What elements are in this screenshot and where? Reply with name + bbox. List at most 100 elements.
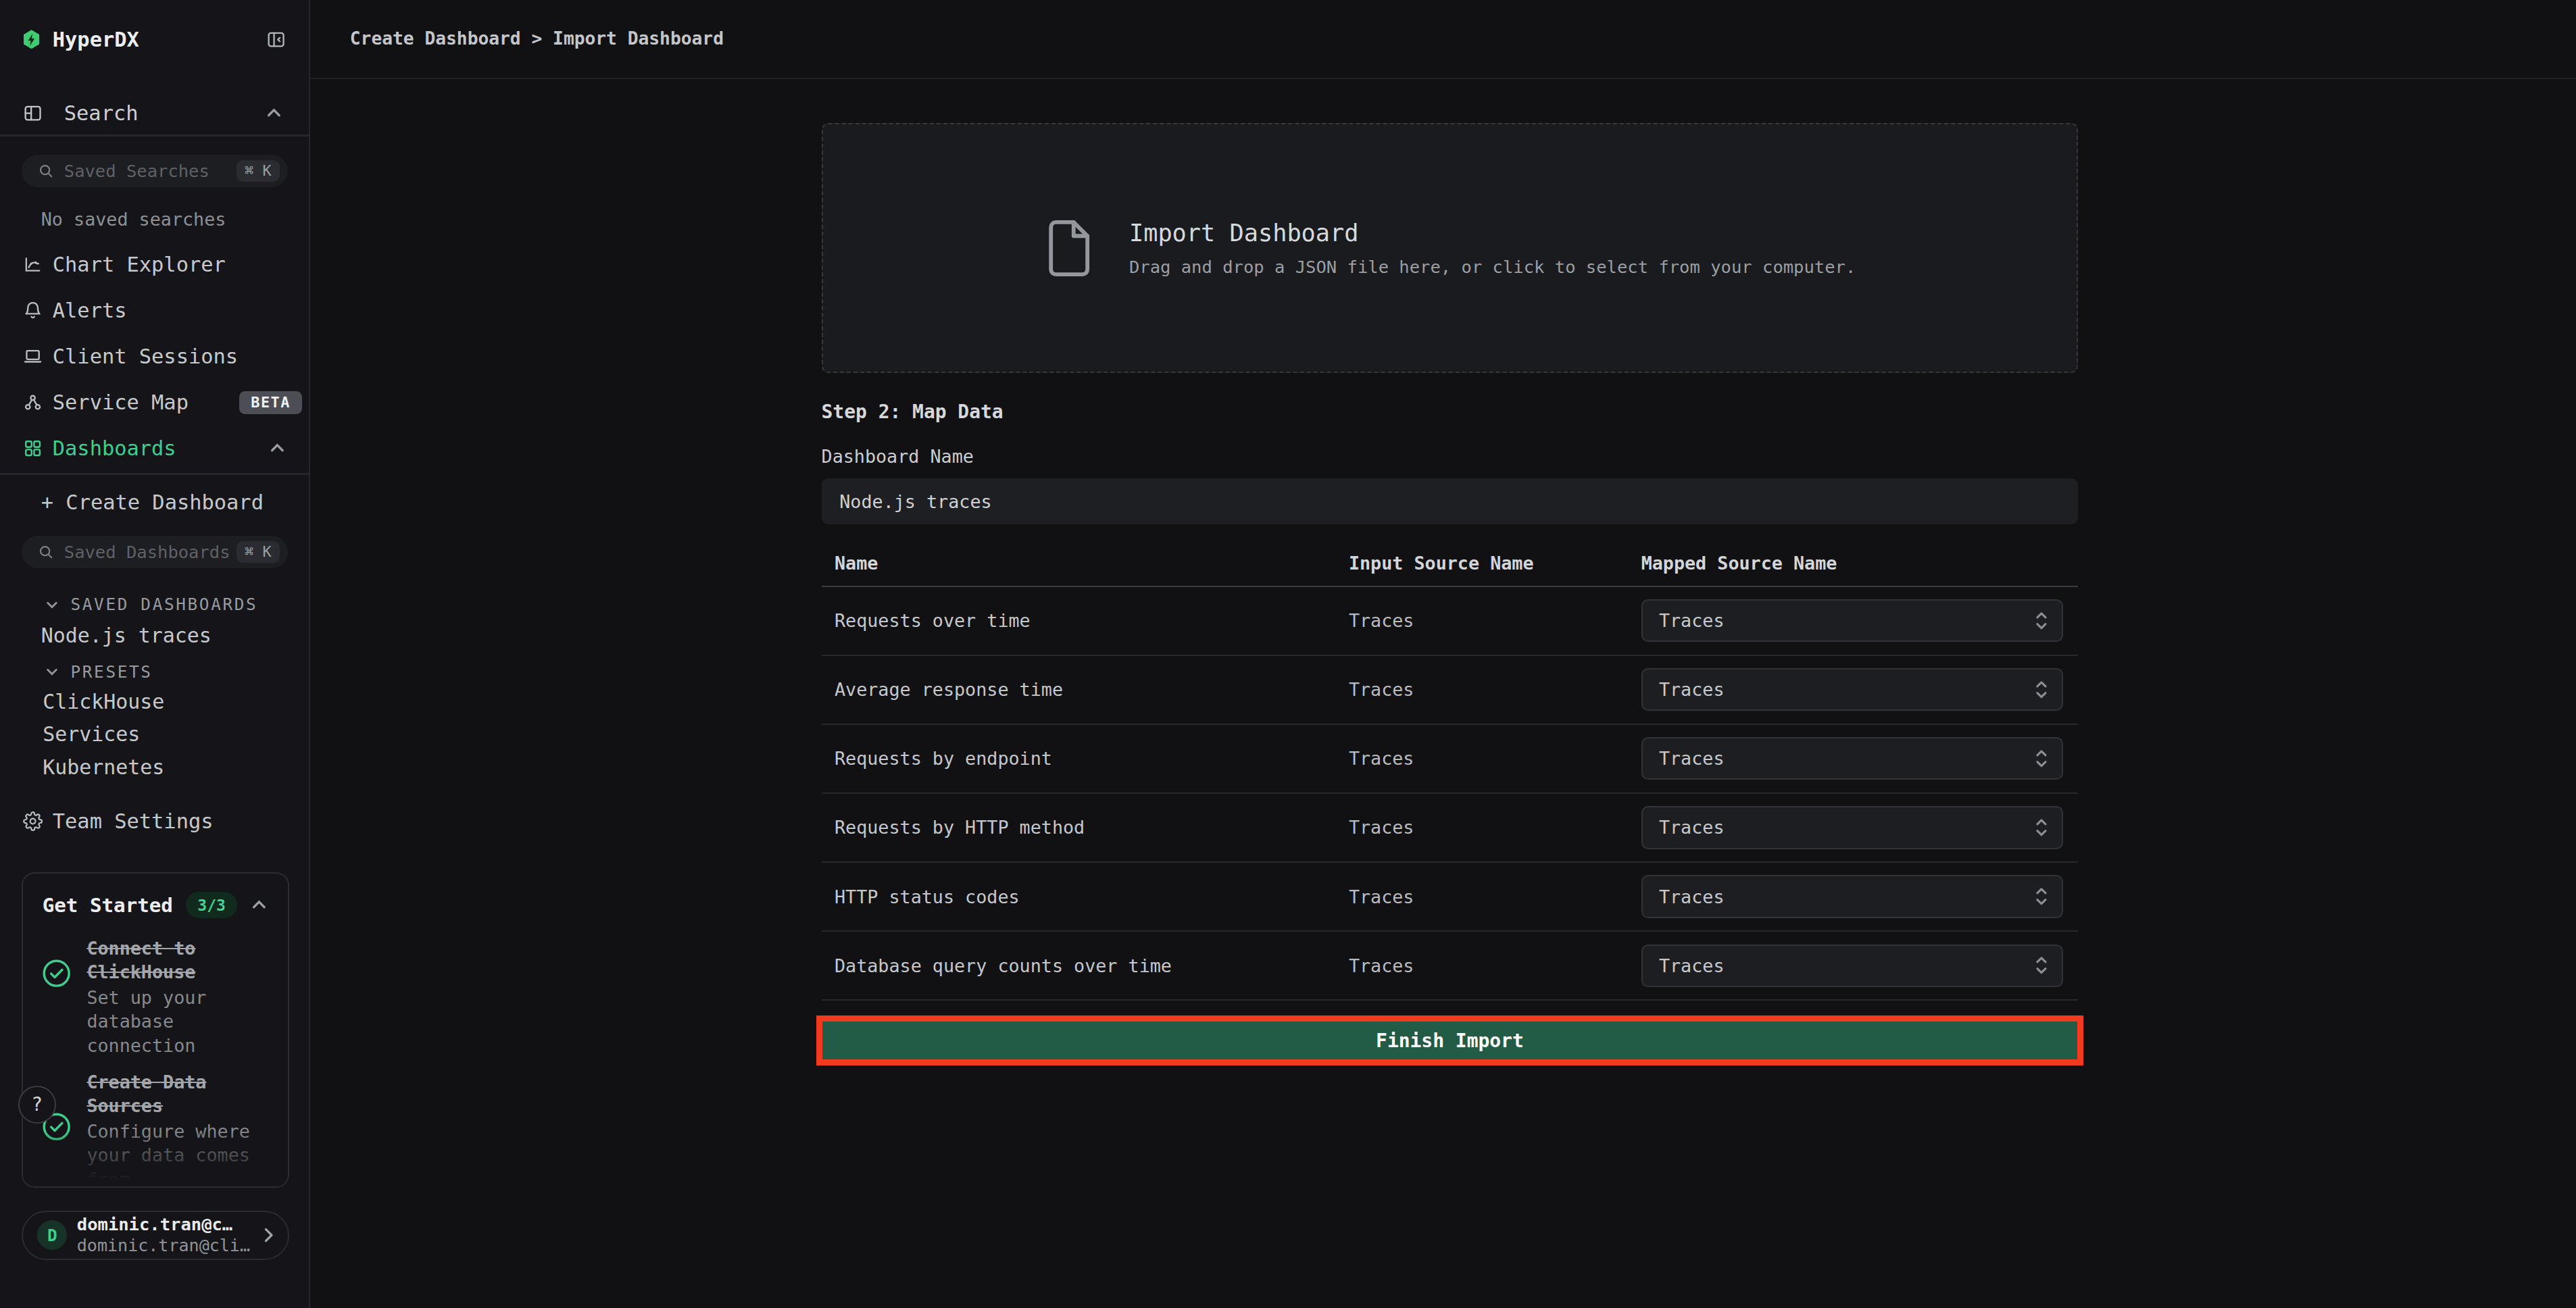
beta-badge: BETA [239, 391, 302, 414]
group-label: PRESETS [71, 662, 153, 682]
select-chevrons-icon [2034, 748, 2049, 770]
row-input-source: Traces [1339, 610, 1641, 631]
collapse-sidebar-icon[interactable] [266, 30, 286, 49]
chevron-up-icon [250, 896, 268, 914]
chevron-up-icon [265, 104, 283, 122]
mapped-source-select[interactable]: Traces [1641, 875, 2064, 917]
selected-value: Traces [1659, 955, 1725, 976]
mapped-source-select[interactable]: Traces [1641, 737, 2064, 780]
saved-dashboards-placeholder: Saved Dashboards [64, 542, 230, 562]
step-title: Step 2: Map Data [822, 401, 2079, 423]
get-started-item-subtitle: Configure where your data comes from [86, 1120, 264, 1188]
mapped-source-select[interactable]: Traces [1641, 806, 2064, 849]
question-mark-icon: ? [31, 1093, 43, 1115]
row-name: Requests by endpoint [822, 748, 1339, 769]
user-email: dominic.tran@cli… [77, 1235, 250, 1256]
import-dropzone[interactable]: Import Dashboard Drag and drop a JSON fi… [822, 123, 2079, 373]
select-chevrons-icon [2034, 610, 2049, 632]
selected-value: Traces [1659, 886, 1725, 907]
sidebar-item-label: Client Sessions [53, 345, 238, 368]
table-row: HTTP status codes Traces Traces [822, 863, 2079, 932]
sidebar-item-label: Service Map [53, 391, 189, 414]
row-name: Requests by HTTP method [822, 817, 1339, 838]
finish-import-button[interactable]: Finish Import [822, 1022, 2077, 1059]
topbar: Create Dashboard > Import Dashboard [310, 0, 2575, 79]
sidebar-item-service-map[interactable]: Service Map BETA [0, 380, 309, 426]
row-name: HTTP status codes [822, 886, 1339, 907]
help-button[interactable]: ? [18, 1086, 56, 1124]
row-input-source: Traces [1339, 886, 1641, 907]
dropzone-title: Import Dashboard [1129, 219, 1856, 247]
sidebar-item-label: Alerts [53, 299, 127, 322]
table-row: Requests by HTTP method Traces Traces [822, 794, 2079, 863]
sidebar-item-client-sessions[interactable]: Client Sessions [0, 334, 309, 380]
row-input-source: Traces [1339, 748, 1641, 769]
mapped-source-select[interactable]: Traces [1641, 599, 2064, 642]
row-input-source: Traces [1339, 955, 1641, 976]
sidebar-item-alerts[interactable]: Alerts [0, 287, 309, 333]
sidebar-item-dashboards[interactable]: Dashboards [0, 426, 309, 472]
get-started-header[interactable]: Get Started 3/3 [43, 892, 268, 919]
col-input-source: Input Source Name [1339, 553, 1641, 574]
annotation-highlight: Finish Import [816, 1015, 2083, 1065]
selected-value: Traces [1659, 679, 1725, 700]
presets-group[interactable]: PRESETS [45, 659, 153, 685]
bell-icon [23, 301, 43, 320]
mapped-source-select[interactable]: Traces [1641, 668, 2064, 711]
chevron-up-icon [268, 439, 287, 457]
get-started-progress-badge: 3/3 [186, 892, 237, 919]
saved-searches-placeholder: Saved Searches [64, 161, 209, 181]
table-row: Requests by endpoint Traces Traces [822, 725, 2079, 794]
user-name: dominic.tran@c… [77, 1214, 250, 1236]
get-started-title: Get Started [43, 894, 173, 917]
check-circle-icon [43, 959, 70, 987]
search-icon [38, 163, 54, 179]
divider [0, 473, 309, 474]
sidebar-item-team-settings[interactable]: Team Settings [0, 799, 309, 845]
table-row: Requests over time Traces Traces [822, 587, 2079, 656]
hyperdx-logo-icon [22, 29, 41, 51]
preset-item-label: ClickHouse [43, 690, 164, 713]
row-input-source: Traces [1339, 817, 1641, 838]
divider [0, 134, 309, 136]
preset-item-label: Services [43, 722, 140, 746]
dashboard-name-label: Dashboard Name [822, 446, 2079, 467]
dropzone-subtitle: Drag and drop a JSON file here, or click… [1129, 257, 1856, 277]
search-section-label: Search [64, 101, 139, 125]
avatar: D [37, 1220, 67, 1250]
brand-name: HyperDX [53, 28, 139, 51]
dashboard-name-input[interactable]: Node.js traces [822, 478, 2079, 524]
group-label: SAVED DASHBOARDS [71, 595, 258, 614]
create-dashboard-label: + Create Dashboard [41, 490, 264, 514]
file-icon [1044, 218, 1093, 278]
page: HyperDX Search Saved Searches ⌘ K No sav… [0, 0, 2576, 1308]
selected-value: Traces [1659, 817, 1725, 838]
preset-item-services[interactable]: Services [43, 718, 140, 751]
create-dashboard-button[interactable]: + Create Dashboard [0, 480, 309, 526]
selected-value: Traces [1659, 748, 1725, 769]
get-started-item-sources: Create Data Sources Configure where your… [43, 1070, 268, 1187]
row-input-source: Traces [1339, 679, 1641, 700]
select-chevrons-icon [2034, 886, 2049, 907]
mapped-source-select[interactable]: Traces [1641, 945, 2064, 987]
saved-dashboards-input[interactable]: Saved Dashboards ⌘ K [22, 536, 288, 569]
sidebar-item-chart-explorer[interactable]: Chart Explorer [0, 241, 309, 287]
shortcut-badge: ⌘ K [237, 541, 280, 563]
get-started-item-title: Connect to ClickHouse [86, 936, 264, 984]
saved-dashboards-group[interactable]: SAVED DASHBOARDS [45, 591, 258, 618]
preset-item-kubernetes[interactable]: Kubernetes [43, 751, 164, 784]
select-chevrons-icon [2034, 817, 2049, 838]
sidebar: HyperDX Search Saved Searches ⌘ K No sav… [0, 0, 310, 1308]
user-menu[interactable]: D dominic.tran@c… dominic.tran@cli… [22, 1211, 290, 1260]
sidebar-item-search[interactable]: Search [0, 92, 309, 134]
saved-searches-input[interactable]: Saved Searches ⌘ K [22, 155, 288, 188]
dashboard-item-nodejs-traces[interactable]: Node.js traces [41, 620, 212, 653]
preset-item-label: Kubernetes [43, 755, 164, 779]
table-row: Average response time Traces Traces [822, 656, 2079, 725]
get-started-item-title: Create Data Sources [86, 1070, 264, 1118]
table-header: Name Input Source Name Mapped Source Nam… [822, 541, 2079, 587]
search-icon [38, 544, 54, 560]
get-started-card: Get Started 3/3 Connect to ClickHouse Se… [22, 872, 290, 1188]
preset-item-clickhouse[interactable]: ClickHouse [43, 685, 164, 718]
row-name: Database query counts over time [822, 955, 1339, 976]
